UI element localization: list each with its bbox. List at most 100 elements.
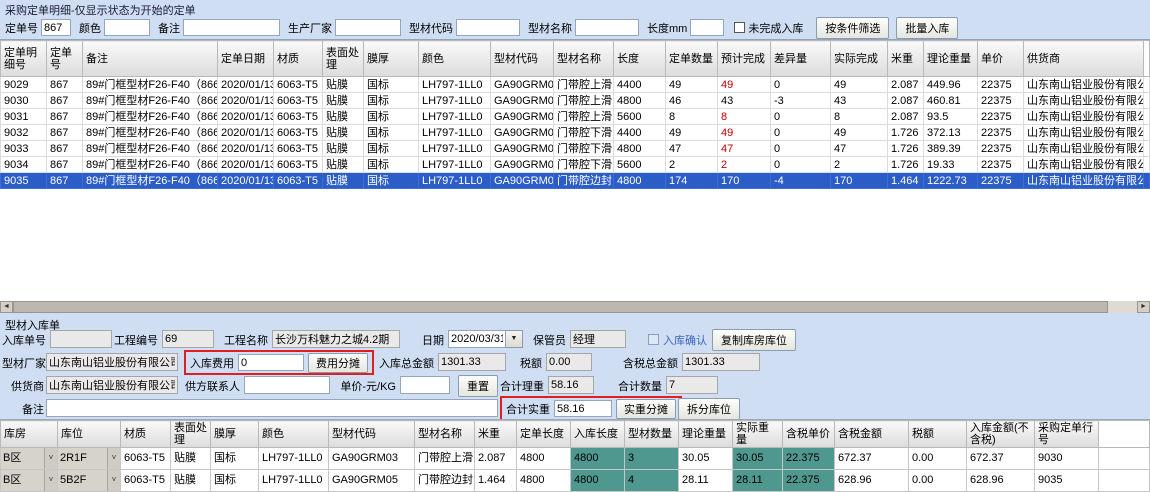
table-row[interactable]: 902986789#门框型材F26-F40（866+867）2020/01/13…: [1, 77, 1150, 93]
cell: 49: [831, 125, 888, 141]
cell: 2020/01/13: [218, 157, 274, 173]
factory-label: 生产厂家: [288, 20, 332, 36]
cell: 贴膜: [323, 173, 364, 189]
column-header: 备注: [83, 41, 218, 77]
chevron-down-icon[interactable]: ˅: [107, 448, 120, 469]
fee-apportion-button[interactable]: 费用分摊: [308, 353, 368, 373]
weight-apportion-button[interactable]: 实重分摊: [616, 399, 676, 419]
cell: 4400: [614, 77, 666, 93]
cell: LH797-1LL0: [419, 157, 491, 173]
date-field[interactable]: [448, 330, 506, 348]
order-no-input[interactable]: [41, 19, 71, 36]
cell: 贴膜: [171, 470, 211, 492]
date-picker[interactable]: ▼: [448, 330, 523, 348]
keeper-field[interactable]: [570, 330, 626, 348]
column-header: 实际完成: [831, 41, 888, 77]
column-header: 膜厚: [364, 41, 419, 77]
supplier-field[interactable]: [46, 376, 178, 394]
profile-code-input[interactable]: [456, 19, 520, 36]
color-input[interactable]: [104, 19, 150, 36]
cell: 山东南山铝业股份有限公司: [1024, 157, 1144, 173]
table-row[interactable]: 903186789#门框型材F26-F40（866+867）2020/01/13…: [1, 109, 1150, 125]
total-amount-field[interactable]: [438, 353, 506, 371]
cell: 5600: [614, 109, 666, 125]
table-row[interactable]: 903486789#门框型材F26-F40（866+867）2020/01/13…: [1, 157, 1150, 173]
cell: 山东南山铝业股份有限公司: [1024, 173, 1144, 189]
table-row[interactable]: B区˅5B2F˅6063-T5贴膜国标LH797-1LL0GA90GRM05门带…: [1, 470, 1150, 492]
column-header: 膜厚: [211, 421, 259, 448]
chevron-down-icon[interactable]: ˅: [44, 470, 57, 491]
table-row[interactable]: 903286789#门框型材F26-F40（866+867）2020/01/13…: [1, 125, 1150, 141]
column-header: 材质: [121, 421, 171, 448]
column-header: 采购定单行号: [1035, 421, 1099, 448]
cell: 国标: [364, 157, 419, 173]
chevron-down-icon[interactable]: ˅: [44, 448, 57, 469]
project-name-field[interactable]: [272, 330, 400, 348]
cell: 867: [47, 109, 83, 125]
cell: 9032: [1, 125, 47, 141]
unit-price-field[interactable]: [400, 376, 450, 394]
cell: GA90GRM03: [491, 109, 554, 125]
inbound-remark-field[interactable]: [46, 399, 498, 417]
reset-button[interactable]: 重置: [458, 375, 498, 397]
batch-inbound-button[interactable]: 批量入库: [896, 17, 958, 39]
cell: 89#门框型材F26-F40（866+867）: [83, 173, 218, 189]
cell: 贴膜: [323, 93, 364, 109]
app-window: 采购定单明细-仅显示状态为开始的定单 定单号 颜色 备注 生产厂家 型材代码 型…: [0, 0, 1150, 492]
column-header: 型材代码: [329, 421, 415, 448]
cell: 0.00: [909, 470, 967, 492]
theory-weight-field[interactable]: [548, 376, 594, 394]
table-row[interactable]: 903586789#门框型材F26-F40（866+867）2020/01/13…: [1, 173, 1150, 189]
split-location-button[interactable]: 拆分库位: [678, 398, 740, 420]
cell: 89#门框型材F26-F40（866+867）: [83, 141, 218, 157]
scrollbar-thumb[interactable]: [13, 301, 1108, 313]
cell: 9029: [1, 77, 47, 93]
actual-weight-field[interactable]: [554, 400, 612, 417]
table-row[interactable]: B区˅2R1F˅6063-T5贴膜国标LH797-1LL0GA90GRM03门带…: [1, 448, 1150, 470]
cell: 0: [771, 77, 831, 93]
supplier-contact-field[interactable]: [244, 376, 330, 394]
profile-factory-field[interactable]: [46, 353, 178, 371]
cell: 28.11: [733, 470, 783, 492]
cell: 0: [771, 125, 831, 141]
profile-name-input[interactable]: [575, 19, 639, 36]
chevron-down-icon[interactable]: ˅: [107, 470, 120, 491]
cell: -3: [771, 93, 831, 109]
copy-warehouse-location-button[interactable]: 复制库房库位: [712, 329, 796, 351]
total-amount-label: 入库总金额: [378, 355, 434, 371]
scroll-right-icon[interactable]: ►: [1137, 301, 1150, 313]
column-header: 含税金额: [835, 421, 909, 448]
order-no-label: 定单号: [5, 20, 38, 36]
filter-by-condition-button[interactable]: 按条件筛选: [816, 17, 889, 39]
factory-input[interactable]: [335, 19, 401, 36]
cell: 国标: [211, 470, 259, 492]
tax-field[interactable]: [546, 353, 592, 371]
theory-weight-label: 合计理重: [498, 378, 544, 394]
column-header: 税额: [909, 421, 967, 448]
column-header: 型材代码: [491, 41, 554, 77]
inbound-order-no-field[interactable]: [50, 330, 112, 348]
cell: 门带腔上滑: [554, 93, 614, 109]
total-with-tax-field[interactable]: [682, 353, 760, 371]
cell: 170: [718, 173, 771, 189]
cell: 门带腔边封: [415, 470, 475, 492]
column-header: 库位: [58, 421, 121, 448]
horizontal-scrollbar[interactable]: ◄ ►: [0, 301, 1150, 313]
cell: 6063-T5: [274, 77, 323, 93]
table-row[interactable]: 903086789#门框型材F26-F40（866+867）2020/01/13…: [1, 93, 1150, 109]
fee-field[interactable]: [238, 354, 304, 371]
inbound-confirm-checkbox[interactable]: [648, 334, 659, 345]
length-input[interactable]: [690, 19, 724, 36]
profile-code-label: 型材代码: [409, 20, 453, 36]
project-no-field[interactable]: [162, 330, 214, 348]
remark-input[interactable]: [183, 19, 280, 36]
cell: 4800: [571, 448, 625, 470]
filler-cell: [1099, 470, 1150, 492]
cell: GA90GRM03: [491, 93, 554, 109]
calendar-dropdown-icon[interactable]: ▼: [506, 330, 523, 348]
purchase-order-grid: 定单明细号 定单号 备注 定单日期 材质 表面处理 膜厚 颜色 型材代码 型材名…: [0, 39, 1150, 313]
scroll-left-icon[interactable]: ◄: [0, 301, 13, 313]
table-row[interactable]: 903386789#门框型材F26-F40（866+867）2020/01/13…: [1, 141, 1150, 157]
total-qty-field[interactable]: [666, 376, 718, 394]
unfinished-checkbox[interactable]: [734, 22, 745, 33]
